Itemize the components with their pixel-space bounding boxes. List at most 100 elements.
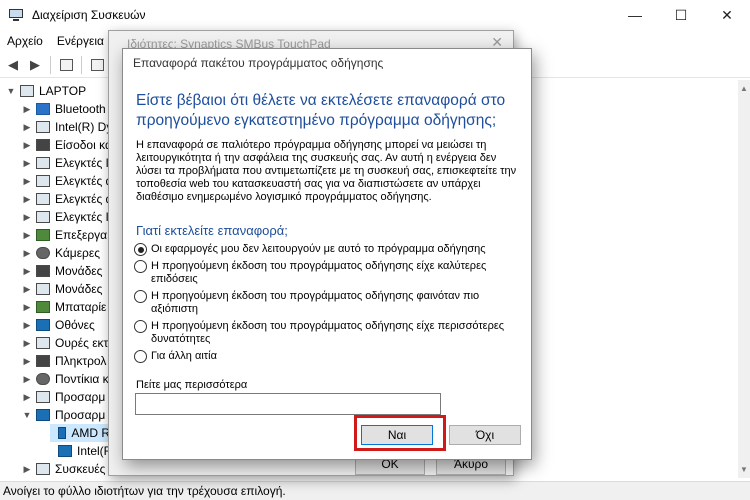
help-icon[interactable] [87,55,107,75]
menu-file[interactable]: Αρχείο [0,34,50,48]
chevron-right-icon[interactable]: ▶ [22,176,32,187]
chevron-down-icon[interactable]: ▼ [22,410,32,420]
device-icon [36,463,50,475]
radio-button[interactable] [134,350,147,363]
radio-button[interactable] [134,290,147,303]
tree-item-label: Προσαρμ [55,408,106,422]
maximize-button[interactable]: ☐ [658,0,704,30]
tree-item[interactable]: ▶ Μονάδες [22,262,103,280]
chevron-right-icon[interactable]: ▶ [22,392,32,403]
display-adapter-icon [58,445,72,457]
drive-icon [36,283,50,295]
monitor-icon [36,319,50,331]
tree-item[interactable]: ▶ Μπαταρίε [22,298,107,316]
back-arrow-icon[interactable]: ◀ [3,55,23,75]
tell-us-more-label: Πείτε μας περισσότερα [136,379,248,391]
tree-item[interactable]: ▶ Ελεγκτές Ι [22,154,109,172]
forward-arrow-icon[interactable]: ▶ [25,55,45,75]
reason-option[interactable]: Η προηγούμενη έκδοση του προγράμματος οδ… [134,290,526,316]
chevron-right-icon[interactable]: ▶ [22,122,32,133]
tree-item[interactable]: ▶ Bluetooth [22,100,106,118]
mouse-icon [36,373,50,385]
chevron-right-icon[interactable]: ▶ [22,320,32,331]
controller-icon [36,175,50,187]
chip-icon [36,121,50,133]
tree-item[interactable]: ▶ Ελεγκτές α [22,190,113,208]
tree-item[interactable]: ▶ Μονάδες [22,280,103,298]
menu-action[interactable]: Ενέργεια [50,34,111,48]
chevron-right-icon[interactable]: ▶ [22,140,32,151]
tree-item[interactable]: ▶ Intel(R) Dy [22,118,113,136]
tree-root-label: LAPTOP [39,84,87,98]
chevron-right-icon[interactable]: ▶ [22,302,32,313]
chevron-down-icon[interactable]: ▼ [6,86,16,96]
scroll-down-icon[interactable]: ▼ [740,465,748,474]
chevron-right-icon[interactable]: ▶ [22,212,32,223]
tree-scrollbar[interactable]: ▲ ▼ [738,80,750,478]
chevron-right-icon[interactable]: ▶ [22,248,32,259]
rollback-heading: Είστε βέβαιοι ότι θέλετε να εκτελέσετε ε… [136,92,506,129]
tree-item-label: Intel(R) Dy [55,120,113,134]
tree-item-label: Ελεγκτές Ι [55,156,109,170]
chevron-right-icon[interactable]: ▶ [22,266,32,277]
audio-icon [36,139,50,151]
tree-item[interactable]: ▶ Ουρές εκτ [22,334,109,352]
status-bar: Ανοίγει το φύλλο ιδιοτήτων για την τρέχο… [0,481,750,500]
tree-item-label: Μπαταρίε [55,300,107,314]
printer-icon [36,337,50,349]
chevron-right-icon[interactable]: ▶ [22,104,32,115]
tree-item[interactable]: ▶ Πληκτρολ [22,352,107,370]
scroll-up-icon[interactable]: ▲ [740,84,748,93]
reason-option[interactable]: Για άλλη αιτία [134,350,526,363]
tree-item[interactable]: ▶ Ποντίκια κ [22,370,109,388]
tree-item-selected[interactable]: AMD R [50,424,110,442]
tree-item-label: Οθόνες [55,318,95,332]
chevron-right-icon[interactable]: ▶ [22,338,32,349]
tree-item-label: Προσαρμ [55,390,106,404]
reason-label: Οι εφαρμογές μου δεν λειτουργούν με αυτό… [151,243,486,255]
chevron-right-icon[interactable]: ▶ [22,356,32,367]
tree-item[interactable]: ▶ Ελεγκτές I [22,208,109,226]
tree-item-label: Ποντίκια κ [55,372,109,386]
chevron-right-icon[interactable]: ▶ [22,284,32,295]
tree-item-label: Μονάδες [55,282,103,296]
tree-item[interactable]: ▶ Οθόνες [22,316,95,334]
tree-item[interactable]: ▼ Προσαρμ [22,406,106,424]
reason-label: Η προηγούμενη έκδοση του προγράμματος οδ… [151,260,487,285]
tree-item[interactable]: ▶ Επεξεργα [22,226,108,244]
chevron-right-icon[interactable]: ▶ [22,194,32,205]
reason-label: Η προηγούμενη έκδοση του προγράμματος οδ… [151,320,505,345]
tree-root[interactable]: ▼ LAPTOP [6,82,87,100]
chevron-right-icon[interactable]: ▶ [22,158,32,169]
minimize-button[interactable]: — [612,0,658,30]
radio-button-selected[interactable] [134,243,147,256]
close-button[interactable]: ✕ [704,0,750,30]
reason-list: Οι εφαρμογές μου δεν λειτουργούν με αυτό… [134,243,526,367]
tree-item[interactable]: ▶ Κάμερες [22,244,101,262]
window-title: Διαχείριση Συσκευών [32,8,146,22]
toolbar-divider [50,55,51,74]
tree-item-label: Μονάδες [55,264,103,278]
rollback-dialog-title: Επαναφορά πακέτου προγράμματος οδήγησης [133,56,384,70]
tell-us-more-input[interactable] [135,393,441,415]
tree-item[interactable]: ▶ Συσκευές [22,460,106,478]
tree-item-label: Ουρές εκτ [55,336,109,350]
chevron-right-icon[interactable]: ▶ [22,464,32,475]
tree-item[interactable]: ▶ Προσαρμ [22,388,106,406]
chevron-right-icon[interactable]: ▶ [22,374,32,385]
tree-item[interactable]: ▶ Είσοδοι κα [22,136,112,154]
chevron-right-icon[interactable]: ▶ [22,230,32,241]
radio-button[interactable] [134,260,147,273]
properties-icon[interactable] [56,55,76,75]
tree-item[interactable]: ▶ Ελεγκτές α [22,172,113,190]
reason-option[interactable]: Η προηγούμενη έκδοση του προγράμματος οδ… [134,260,526,286]
highlight-box [354,415,446,451]
tree-item-label: Είσοδοι κα [55,138,112,152]
controller-icon [36,193,50,205]
reason-option[interactable]: Οι εφαρμογές μου δεν λειτουργούν με αυτό… [134,243,526,256]
reason-option[interactable]: Η προηγούμενη έκδοση του προγράμματος οδ… [134,320,526,346]
radio-button[interactable] [134,320,147,333]
tree-item-label: Συσκευές [55,462,106,476]
no-button[interactable]: Όχι [449,425,521,445]
tree-item-label: Ελεγκτές I [55,210,109,224]
